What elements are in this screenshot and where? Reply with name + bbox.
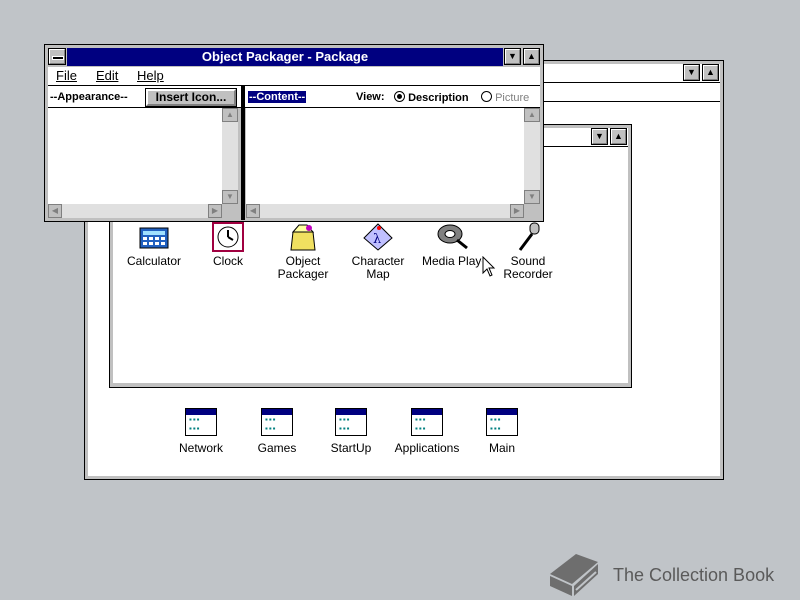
- program-manager-maximize-button[interactable]: ▲: [702, 64, 719, 81]
- radio-unselected-icon: [481, 91, 492, 102]
- object-packager-window: Object Packager - Package ▼ ▲ File Edit …: [44, 44, 544, 222]
- object-packager-titlebar[interactable]: Object Packager - Package: [67, 48, 503, 66]
- menu-file[interactable]: File: [56, 68, 77, 83]
- book-logo-icon: [550, 554, 598, 596]
- package-icon: [290, 224, 316, 251]
- icon-label: Network: [178, 441, 223, 455]
- character-map-icon: λ: [363, 223, 393, 251]
- app-icon-clock[interactable]: Clock: [200, 222, 256, 268]
- content-scroll-corner: [524, 204, 540, 218]
- group-icon-main[interactable]: Main: [471, 408, 533, 455]
- app-icon-character-map[interactable]: λ Character Map: [340, 222, 416, 281]
- menu-help[interactable]: Help: [137, 68, 164, 83]
- icon-label: StartUp: [330, 441, 372, 455]
- content-horizontal-scrollbar[interactable]: ◀ ▶: [246, 204, 524, 218]
- icon-label: Games: [257, 441, 297, 455]
- svg-text:λ: λ: [373, 232, 381, 247]
- accessories-minimize-button[interactable]: ▼: [591, 128, 608, 145]
- group-icon-startup[interactable]: StartUp: [320, 408, 382, 455]
- group-icon-applications[interactable]: Applications: [392, 408, 462, 455]
- appearance-pane[interactable]: [48, 108, 222, 204]
- mouse-pointer-icon: [482, 256, 496, 277]
- object-packager-maximize-button[interactable]: ▲: [523, 48, 540, 65]
- icon-label: Sound Recorder: [503, 254, 553, 281]
- system-menu-button[interactable]: [48, 48, 66, 65]
- program-group-icon: [335, 408, 367, 436]
- icon-label: Character Map: [351, 254, 405, 281]
- radio-selected-icon: [394, 91, 405, 102]
- appearance-scroll-corner: [222, 204, 238, 218]
- icon-label: Calculator: [126, 254, 182, 268]
- view-description-radio[interactable]: Description: [394, 91, 469, 104]
- icon-label: Clock: [212, 254, 243, 268]
- object-packager-menubar: File Edit Help: [48, 67, 540, 86]
- view-picture-radio[interactable]: Picture: [481, 91, 529, 104]
- film-reel-icon: [437, 224, 468, 250]
- appearance-label: --Appearance--: [50, 91, 128, 103]
- program-group-icon: [261, 408, 293, 436]
- object-packager-minimize-button[interactable]: ▼: [504, 48, 521, 65]
- program-group-icon: [411, 408, 443, 436]
- scroll-up-icon[interactable]: ▲: [222, 108, 238, 122]
- content-pane[interactable]: [246, 108, 524, 204]
- app-icon-calculator[interactable]: Calculator: [124, 224, 184, 268]
- object-packager-title: Object Packager - Package: [201, 49, 369, 64]
- group-icon-network[interactable]: Network: [170, 408, 232, 455]
- group-icon-games[interactable]: Games: [246, 408, 308, 455]
- scroll-right-icon[interactable]: ▶: [510, 204, 524, 218]
- scroll-right-icon[interactable]: ▶: [208, 204, 222, 218]
- program-group-icon: [185, 408, 217, 436]
- clock-icon: [212, 222, 244, 252]
- icon-label: Applications: [394, 441, 460, 455]
- view-label: View:: [356, 91, 385, 103]
- watermark-text: The Collection Book: [613, 565, 775, 585]
- calculator-icon: [139, 227, 169, 249]
- scroll-left-icon[interactable]: ◀: [246, 204, 260, 218]
- icon-label: Media Player: [422, 255, 482, 268]
- program-group-icon: [486, 408, 518, 436]
- app-icon-sound-recorder[interactable]: Sound Recorder: [498, 222, 558, 281]
- scroll-down-icon[interactable]: ▼: [222, 190, 238, 204]
- app-icon-object-packager[interactable]: Object Packager: [272, 222, 334, 281]
- content-vertical-scrollbar[interactable]: ▲ ▼: [524, 108, 540, 204]
- appearance-vertical-scrollbar[interactable]: ▲ ▼: [222, 108, 238, 204]
- appearance-horizontal-scrollbar[interactable]: ◀ ▶: [48, 204, 222, 218]
- scroll-up-icon[interactable]: ▲: [524, 108, 540, 122]
- app-icon-media-player[interactable]: Media Player: [418, 222, 486, 268]
- insert-icon-button[interactable]: Insert Icon...: [145, 88, 237, 107]
- icon-label: Main: [488, 441, 515, 455]
- scroll-left-icon[interactable]: ◀: [48, 204, 62, 218]
- icon-label: Object Packager: [277, 254, 329, 281]
- scroll-down-icon[interactable]: ▼: [524, 190, 540, 204]
- microphone-icon: [518, 222, 540, 251]
- content-label: --Content--: [248, 91, 307, 103]
- pane-divider[interactable]: [241, 86, 245, 220]
- program-manager-minimize-button[interactable]: ▼: [683, 64, 700, 81]
- accessories-maximize-button[interactable]: ▲: [610, 128, 627, 145]
- menu-edit[interactable]: Edit: [96, 68, 118, 83]
